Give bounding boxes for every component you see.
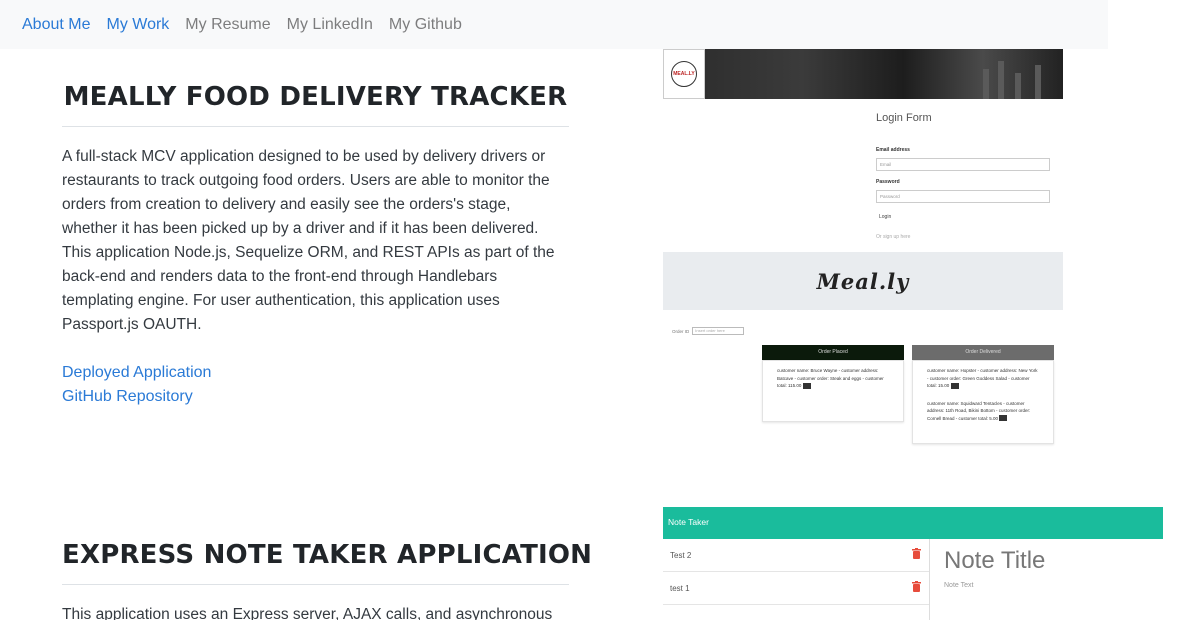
order-delivered-column: Order Delivered customer name: Hopster -… (912, 345, 1054, 444)
note-item-title: Test 2 (670, 551, 692, 560)
project-title: MEALLY FOOD DELIVERY TRACKER (62, 82, 569, 127)
email-label: Email address (876, 147, 910, 153)
password-field: Password (876, 190, 1050, 203)
nav-about-me[interactable]: About Me (22, 16, 90, 34)
mealy-banner: Meal.ly (663, 252, 1063, 310)
signup-link: Or sign up here (876, 234, 911, 240)
restaurant-hero-image (663, 49, 1063, 99)
note-taker-navbar: Note Taker (663, 507, 1163, 539)
nav-my-work[interactable]: My Work (106, 16, 169, 34)
order-id-input: Insert order here (692, 327, 745, 335)
order-id-search: Order ID Insert order here (672, 327, 745, 335)
mealy-screenshot: MEAL.LY Login Form Email address Email P… (663, 49, 1063, 449)
note-item-title: test 1 (670, 584, 690, 593)
move-icon (950, 382, 959, 389)
trash-icon (912, 581, 921, 592)
order-placed-header: Order Placed (762, 345, 904, 360)
project-mealy: MEALLY FOOD DELIVERY TRACKER A full-stac… (62, 82, 569, 409)
note-list: Test 2 test 1 (663, 539, 930, 620)
note-taker-screenshot: Note Taker Test 2 test 1 Note Title Note… (663, 507, 1163, 620)
mealy-logo: MEAL.LY (663, 49, 705, 99)
move-icon (802, 382, 811, 389)
project-description: This application uses an Express server,… (62, 606, 553, 620)
github-repo-link[interactable]: GitHub Repository (62, 385, 569, 409)
trash-icon (912, 548, 921, 559)
login-button: Login (879, 214, 892, 220)
brand-name: Meal.ly (816, 268, 910, 294)
nav-my-github[interactable]: My Github (389, 16, 462, 34)
list-item: Test 2 (663, 539, 929, 572)
order-placed-column: Order Placed customer name: Bruce Wayne … (762, 345, 904, 422)
note-taker-title: Note Taker (668, 517, 709, 527)
order-card: customer name: Hopster - customer addres… (927, 368, 1038, 388)
password-label: Password (876, 179, 900, 185)
logo-text: MEAL.LY (671, 61, 697, 87)
project-note-taker: EXPRESS NOTE TAKER APPLICATION This appl… (62, 540, 592, 620)
project-title: EXPRESS NOTE TAKER APPLICATION (62, 540, 592, 585)
list-item: test 1 (663, 572, 929, 605)
note-text-field: Note Text (944, 582, 974, 589)
order-card: customer name: Bruce Wayne - customer ad… (777, 368, 884, 388)
email-field: Email (876, 158, 1050, 171)
order-delivered-header: Order Delivered (912, 345, 1054, 360)
move-icon (999, 415, 1008, 422)
nav-my-resume[interactable]: My Resume (185, 16, 270, 34)
deployed-app-link[interactable]: Deployed Application (62, 361, 569, 385)
top-navbar: About Me My Work My Resume My LinkedIn M… (0, 0, 1108, 49)
project-description: A full-stack MCV application designed to… (62, 148, 555, 333)
order-card: customer name: Squidward Tentacles - cus… (927, 400, 1031, 421)
nav-my-linkedin[interactable]: My LinkedIn (287, 16, 373, 34)
note-title-field: Note Title (944, 547, 1046, 574)
order-id-label: Order ID (672, 328, 690, 334)
project-links: Deployed Application GitHub Repository (62, 361, 569, 409)
login-form-title: Login Form (876, 112, 932, 124)
